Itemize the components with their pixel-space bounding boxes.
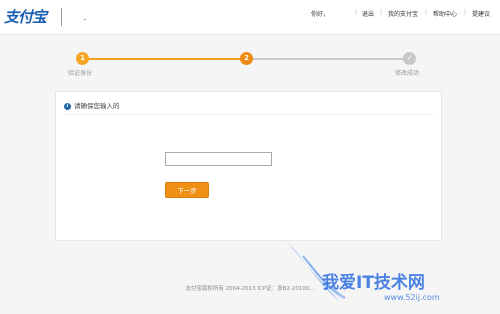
feedback-link[interactable]: 提建议 [472,9,490,18]
footer-copyright: 支付宝版权所有 2004-2013 ICP证：浙B2-20100... [185,286,315,292]
step-3-label: 修改成功 [395,70,420,77]
progress-bar-done [82,58,247,60]
step-1-marker: 1 [76,52,89,65]
progress-steps: 1 验证身份 2 ✓ 修改成功 [0,48,500,78]
greeting-text: 你好， [311,11,330,18]
logout-link[interactable]: 退出 [362,9,374,18]
watermark-text: 我爱IT技术网 [322,273,425,293]
progress-bar-pending [247,58,410,60]
panel-title: i 请确保您输入的 [64,100,120,110]
panel-title-text: 请确保您输入的 [74,102,120,110]
watermark-url: www.52ij.com [384,293,440,302]
info-icon: i [64,102,71,110]
my-account-link[interactable]: 我的支付宝 [388,9,418,18]
step-1-label: 验证身份 [68,70,93,77]
next-button[interactable]: 下一步 [165,182,209,198]
panel-divider [64,114,433,115]
nav-separator: | [355,9,358,16]
verification-panel: i 请确保您输入的 下一步 [55,91,442,241]
top-header: 支付宝 你好， | 退出 | 我的支付宝 | 帮助中心 | 提建议 [0,0,500,35]
help-center-link[interactable]: 帮助中心 [433,9,457,18]
nav-separator: | [464,9,467,16]
top-nav: 你好， | 退出 | 我的支付宝 | 帮助中心 | 提建议 [0,9,500,21]
nav-separator: | [425,9,428,16]
verification-input[interactable] [165,152,272,166]
step-2-marker: 2 [240,52,253,65]
nav-separator: | [380,9,383,16]
step-3-check-icon: ✓ [403,52,416,65]
